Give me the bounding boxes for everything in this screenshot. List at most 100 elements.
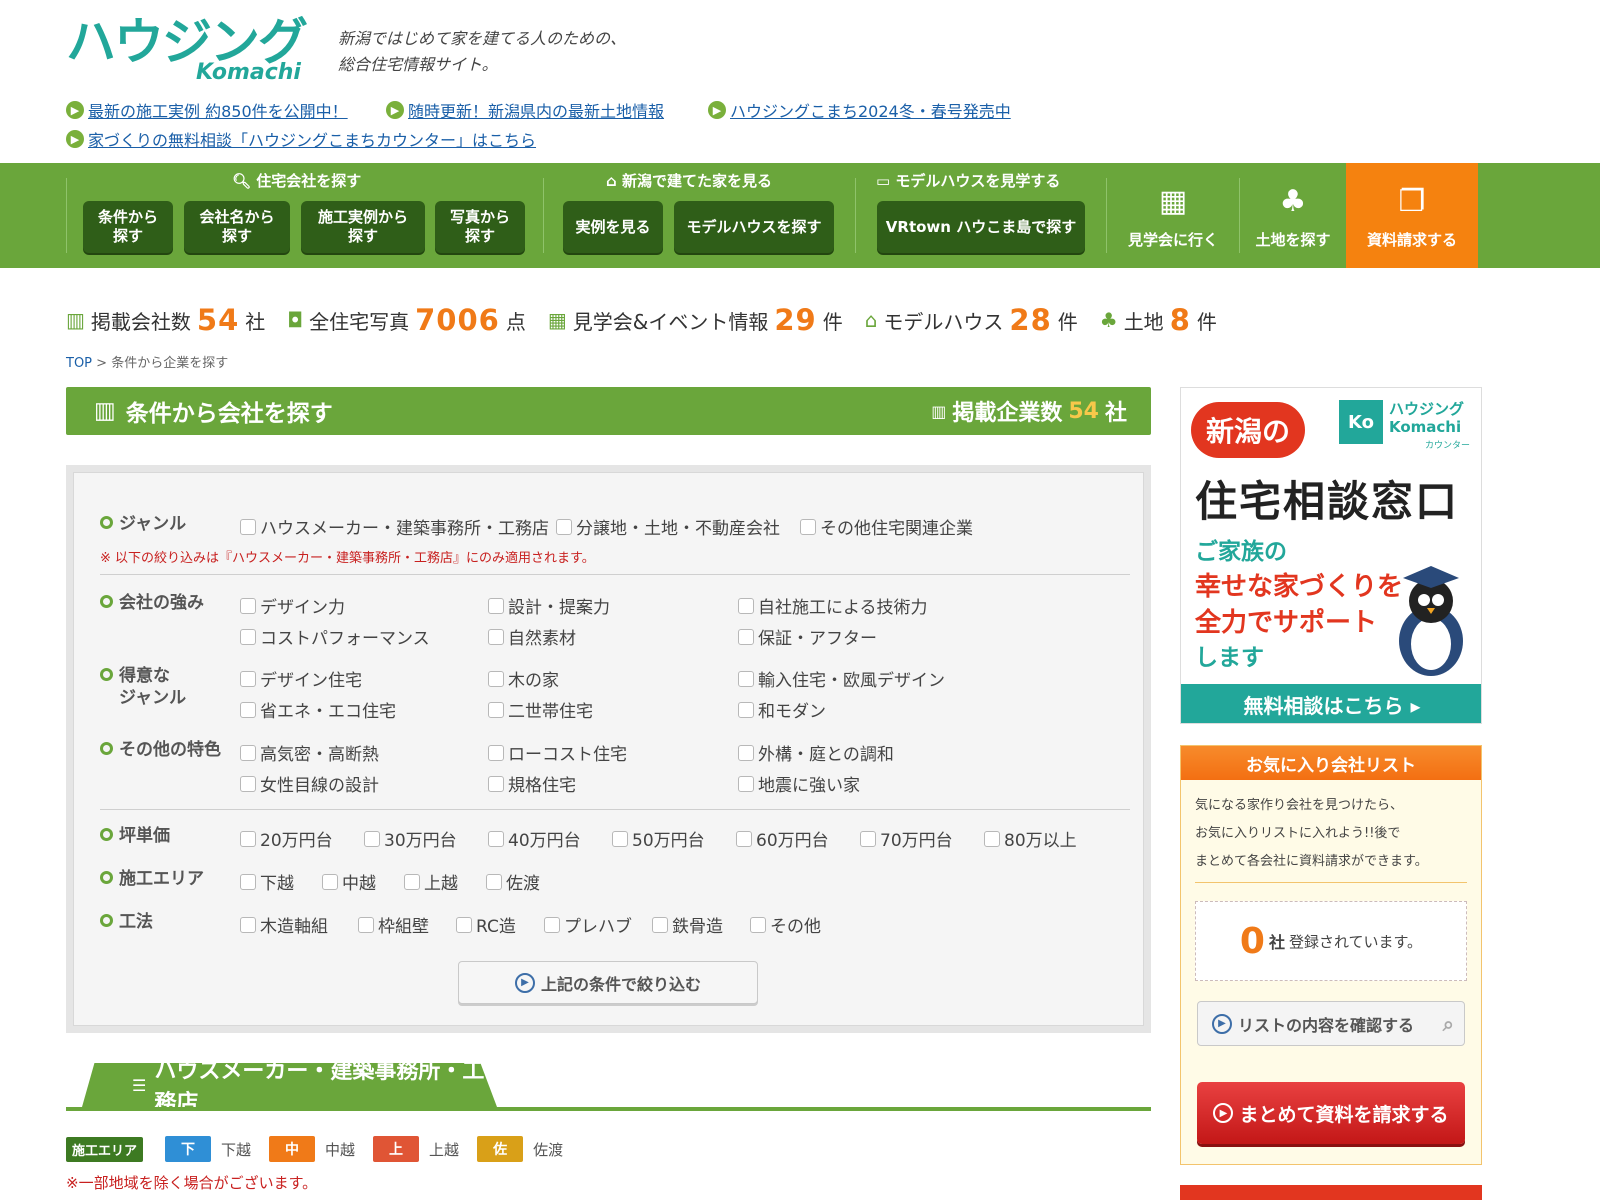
area-exception-note: ※一部地域を除く場合がございます。 <box>66 1174 318 1192</box>
arrow-icon: ▶ <box>66 130 84 148</box>
other-checkbox[interactable]: 規格住宅 <box>488 771 576 796</box>
house-icon: ⌂ <box>864 308 878 332</box>
notice-link[interactable]: 最新の施工実例 約850件を公開中！ <box>88 98 348 122</box>
page-title: ▥ 条件から会社を探す <box>94 394 333 428</box>
search-form-inner: ジャンル ハウスメーカー・建築事務所・工務店 分譲地・土地・不動産会社 その他住… <box>73 472 1144 1026</box>
legend-label: 佐渡 <box>533 1140 564 1159</box>
price-checkbox[interactable]: 30万円台 <box>364 826 457 851</box>
nav-model-title-text: モデルハウスを見学する <box>895 172 1061 190</box>
banner-logo-sub: カウンター <box>1425 441 1471 451</box>
search-by-condition-button[interactable]: 条件から 探す <box>83 201 173 253</box>
strength-checkbox[interactable]: デザイン力 <box>240 593 345 618</box>
find-model-house-button[interactable]: モデルハウスを探す <box>674 201 834 253</box>
favorites-count-unit: 社 <box>1268 933 1285 952</box>
consult-banner[interactable]: 新潟の Ko ハウジング Komachi カウンター 住宅相談窓口 ご家族の 幸… <box>1180 387 1482 724</box>
stat-label: 全住宅写真 <box>309 309 410 334</box>
filter-submit-button[interactable]: ▶ 上記の条件で絞り込む <box>458 961 758 1004</box>
search-by-example-button[interactable]: 施工実例から 探す <box>301 201 425 253</box>
view-examples-button[interactable]: 実例を見る <box>563 201 663 253</box>
legend-label: 中越 <box>325 1140 356 1159</box>
page-title-bar: ▥ 条件から会社を探す ▥ 掲載企業数 54 社 <box>66 387 1151 435</box>
price-checkbox[interactable]: 70万円台 <box>860 826 953 851</box>
price-checkbox[interactable]: 20万円台 <box>240 826 333 851</box>
method-checkbox[interactable]: RC造 <box>456 912 516 937</box>
request-material-button[interactable]: ❐ 資料請求する <box>1346 163 1478 268</box>
search-by-name-button[interactable]: 会社名から 探す <box>184 201 290 253</box>
filter-note: ※ 以下の絞り込みは『ハウスメーカー・建築事務所・工務店』にのみ適用されます。 <box>100 551 595 566</box>
banner-line-2: 幸せな家づくりを <box>1195 572 1404 602</box>
notice-link[interactable]: 随時更新！新潟県内の最新土地情報 <box>408 98 664 122</box>
penguin-mascot-icon <box>1391 556 1471 676</box>
site-logo-sub: Komachi <box>196 60 301 85</box>
notice-3[interactable]: ▶ ハウジングこまち2024冬・春号発売中 <box>708 98 1011 122</box>
find-land-button[interactable]: ♣ 土地を探す <box>1240 163 1346 268</box>
legend-title: 施工エリア <box>66 1136 144 1162</box>
stats-bar: ▥ 掲載会社数 54 社 ◘ 全住宅写真 7006 点 ▦ 見学会&イベント情報 29 件 ⌂ モデ… <box>66 300 1239 340</box>
vrtown-button[interactable]: VRtown ハウこま島で探す <box>877 201 1085 253</box>
specialty-checkbox[interactable]: 省エネ・エコ住宅 <box>240 697 396 722</box>
banner-line-4: します <box>1195 645 1264 671</box>
genre-checkbox[interactable]: 分譲地・土地・不動産会社 <box>556 514 780 539</box>
notice-link[interactable]: 家づくりの無料相談「ハウジングこまちカウンター」はこちら <box>88 127 536 151</box>
area-checkbox[interactable]: 中越 <box>322 869 376 894</box>
visit-label: 見学会に行く <box>1127 231 1218 249</box>
specialty-checkbox[interactable]: 二世帯住宅 <box>488 697 593 722</box>
favorites-text-3: まとめて各会社に資料請求ができます。 <box>1195 854 1428 869</box>
breadcrumb-top[interactable]: TOP <box>66 356 92 371</box>
method-checkbox[interactable]: 枠組壁 <box>358 912 429 937</box>
banner-cta[interactable]: 無料相談はこちら ▸ <box>1181 684 1481 723</box>
legend-badge: 佐 <box>477 1136 524 1162</box>
check-list-button[interactable]: ▶ リストの内容を確認する ⌕ <box>1197 1001 1465 1046</box>
other-checkbox[interactable]: 女性目線の設計 <box>240 771 379 796</box>
strength-checkbox[interactable]: 自然素材 <box>488 624 576 649</box>
building-icon: ▥ <box>66 308 85 332</box>
tree-icon: ♣ <box>1279 184 1307 219</box>
other-checkbox[interactable]: 高気密・高断熱 <box>240 740 379 765</box>
stat-label: 土地 <box>1123 309 1164 334</box>
strength-checkbox[interactable]: 設計・提案力 <box>488 593 610 618</box>
stat-unit: 件 <box>1196 309 1217 334</box>
tree-icon: ♣ <box>1099 308 1118 332</box>
area-checkbox[interactable]: 佐渡 <box>486 869 540 894</box>
visit-event-button[interactable]: ▦ 見学会に行く <box>1107 163 1239 268</box>
specialty-checkbox[interactable]: 和モダン <box>738 697 826 722</box>
notice-2[interactable]: ▶ 随時更新！新潟県内の最新土地情報 <box>386 98 664 122</box>
specialty-checkbox[interactable]: デザイン住宅 <box>240 666 362 691</box>
other-checkbox[interactable]: ローコスト住宅 <box>488 740 627 765</box>
vr-icon: ▭ <box>876 172 891 190</box>
method-checkbox[interactable]: 鉄骨造 <box>652 912 723 937</box>
specialty-checkbox[interactable]: 輸入住宅・欧風デザイン <box>738 666 945 691</box>
strength-checkbox[interactable]: 自社施工による技術力 <box>738 593 928 618</box>
stat-model-houses: ⌂ モデルハウス 28 件 <box>865 303 1078 337</box>
nav-view-title-text: 新潟で建てた家を見る <box>621 172 772 190</box>
genre-checkbox[interactable]: ハウスメーカー・建築事務所・工務店 <box>240 514 549 539</box>
company-count-label: 掲載企業数 <box>952 401 1063 426</box>
bulk-request-button[interactable]: ▶ まとめて資料を請求する <box>1197 1082 1465 1144</box>
area-checkbox[interactable]: 上越 <box>404 869 458 894</box>
price-checkbox[interactable]: 80万以上 <box>984 826 1077 851</box>
stat-number: 28 <box>1009 303 1052 337</box>
specialty-checkbox[interactable]: 木の家 <box>488 666 559 691</box>
genre-checkbox[interactable]: その他住宅関連企業 <box>800 514 973 539</box>
divider <box>100 809 1130 810</box>
company-count-number: 54 <box>1068 398 1099 424</box>
method-checkbox[interactable]: その他 <box>750 912 821 937</box>
search-by-photo-button[interactable]: 写真から 探す <box>435 201 525 253</box>
price-checkbox[interactable]: 40万円台 <box>488 826 581 851</box>
other-checkbox[interactable]: 外構・庭との調和 <box>738 740 894 765</box>
notice-1[interactable]: ▶ 最新の施工実例 約850件を公開中！ <box>66 98 348 122</box>
notice-4[interactable]: ▶ 家づくりの無料相談「ハウジングこまちカウンター」はこちら <box>66 127 536 151</box>
nav-search-title: 🔍︎ 住宅会社を探す <box>232 170 361 191</box>
price-checkbox[interactable]: 50万円台 <box>612 826 705 851</box>
notice-link[interactable]: ハウジングこまち2024冬・春号発売中 <box>730 98 1011 122</box>
other-checkbox[interactable]: 地震に強い家 <box>738 771 860 796</box>
method-checkbox[interactable]: プレハブ <box>544 912 632 937</box>
strength-checkbox[interactable]: 保証・アフター <box>738 624 877 649</box>
nav-model-title: ▭ モデルハウスを見学する <box>876 170 1060 191</box>
method-checkbox[interactable]: 木造軸組 <box>240 912 328 937</box>
area-checkbox[interactable]: 下越 <box>240 869 294 894</box>
play-icon: ▶ <box>1213 1103 1234 1123</box>
price-checkbox[interactable]: 60万円台 <box>736 826 829 851</box>
strength-checkbox[interactable]: コストパフォーマンス <box>240 624 430 649</box>
counter-logo-icon: Ko <box>1339 400 1383 444</box>
